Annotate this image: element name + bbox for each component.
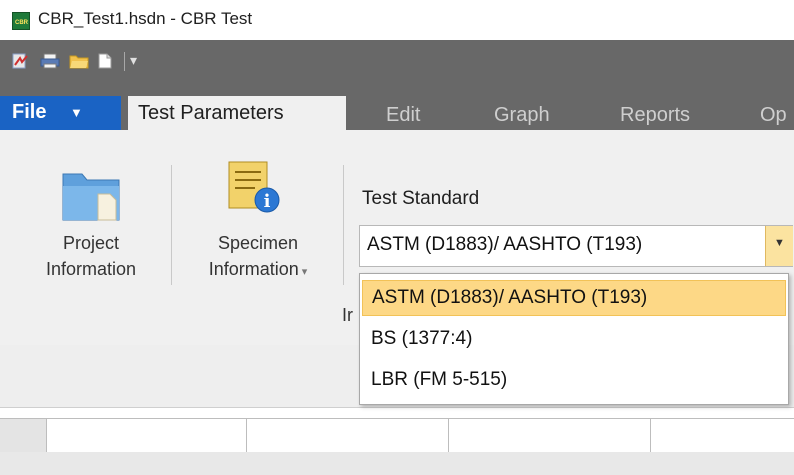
tab-label: Op [760,104,787,126]
specimen-report-icon[interactable] [12,53,30,69]
tab-test-parameters[interactable]: Test Parameters [128,96,346,130]
combobox-dropdown-button[interactable]: ▼ [765,226,793,266]
project-label-line1: Project [62,233,120,253]
window-title: CBR_Test1.hsdn - CBR Test [38,9,253,28]
grid-column-divider[interactable] [650,419,651,452]
ribbon-group-caption: Ir [342,305,353,325]
project-information-button[interactable]: Project Information [16,230,166,282]
file-dropdown-icon: ▼ [70,105,83,120]
toolbar-separator [124,52,125,71]
specimen-label-line2: Information [208,259,299,279]
ribbon-separator [171,165,172,285]
test-standard-value: ASTM (D1883)/ AASHTO (T193) [367,234,643,255]
tab-label: Edit [386,104,421,126]
tab-graph[interactable]: Graph [494,98,574,130]
grid-column-divider[interactable] [246,419,247,452]
open-folder-icon[interactable] [69,53,89,69]
ribbon-tab-bar: File ▼ Test Parameters Edit Graph Reports… [0,82,794,130]
specimen-information-button[interactable]: Specimen Information ▾ [178,230,338,285]
svg-text:i: i [264,191,271,212]
specimen-information-icon: i [228,161,280,213]
test-standard-combobox[interactable]: ASTM (D1883)/ AASHTO (T193) ▼ [359,225,793,267]
test-standard-dropdown-list: ASTM (D1883)/ AASHTO (T193) BS (1377:4) … [359,273,789,405]
specimen-dropdown-icon: ▾ [298,266,308,278]
quick-access-toolbar: ▾ [0,40,794,82]
title-bar: CBR CBR_Test1.hsdn - CBR Test [0,0,794,40]
project-label-line2: Information [45,259,137,279]
tab-reports[interactable]: Reports [620,98,720,130]
tab-options[interactable]: Op [760,98,794,130]
ribbon-separator [343,165,344,285]
specimen-label-line1: Specimen [217,233,299,253]
file-menu-label: File [12,101,47,123]
tab-edit[interactable]: Edit [386,98,446,130]
tab-label: Test Parameters [138,102,284,124]
project-folder-icon [62,173,120,221]
app-icon-text: CBR [15,20,28,26]
data-grid-header [0,418,794,452]
dropdown-option-bs[interactable]: BS (1377:4) [362,322,786,358]
file-menu-button[interactable]: File ▼ [0,96,121,130]
grid-column-divider[interactable] [448,419,449,452]
dropdown-option-astm[interactable]: ASTM (D1883)/ AASHTO (T193) [362,280,786,316]
new-document-icon[interactable] [97,53,113,69]
option-label: LBR (FM 5-515) [371,369,508,390]
option-label: ASTM (D1883)/ AASHTO (T193) [372,287,648,308]
tab-label: Reports [620,104,691,126]
dropdown-option-lbr[interactable]: LBR (FM 5-515) [362,363,786,399]
option-label: BS (1377:4) [371,328,473,349]
grid-corner [0,419,47,452]
chevron-down-icon: ▼ [774,237,785,249]
test-standard-label: Test Standard [362,188,480,209]
print-icon[interactable] [40,53,60,69]
app-icon: CBR [12,12,30,30]
customize-dropdown-icon[interactable]: ▾ [130,52,137,69]
tab-label: Graph [494,104,550,126]
